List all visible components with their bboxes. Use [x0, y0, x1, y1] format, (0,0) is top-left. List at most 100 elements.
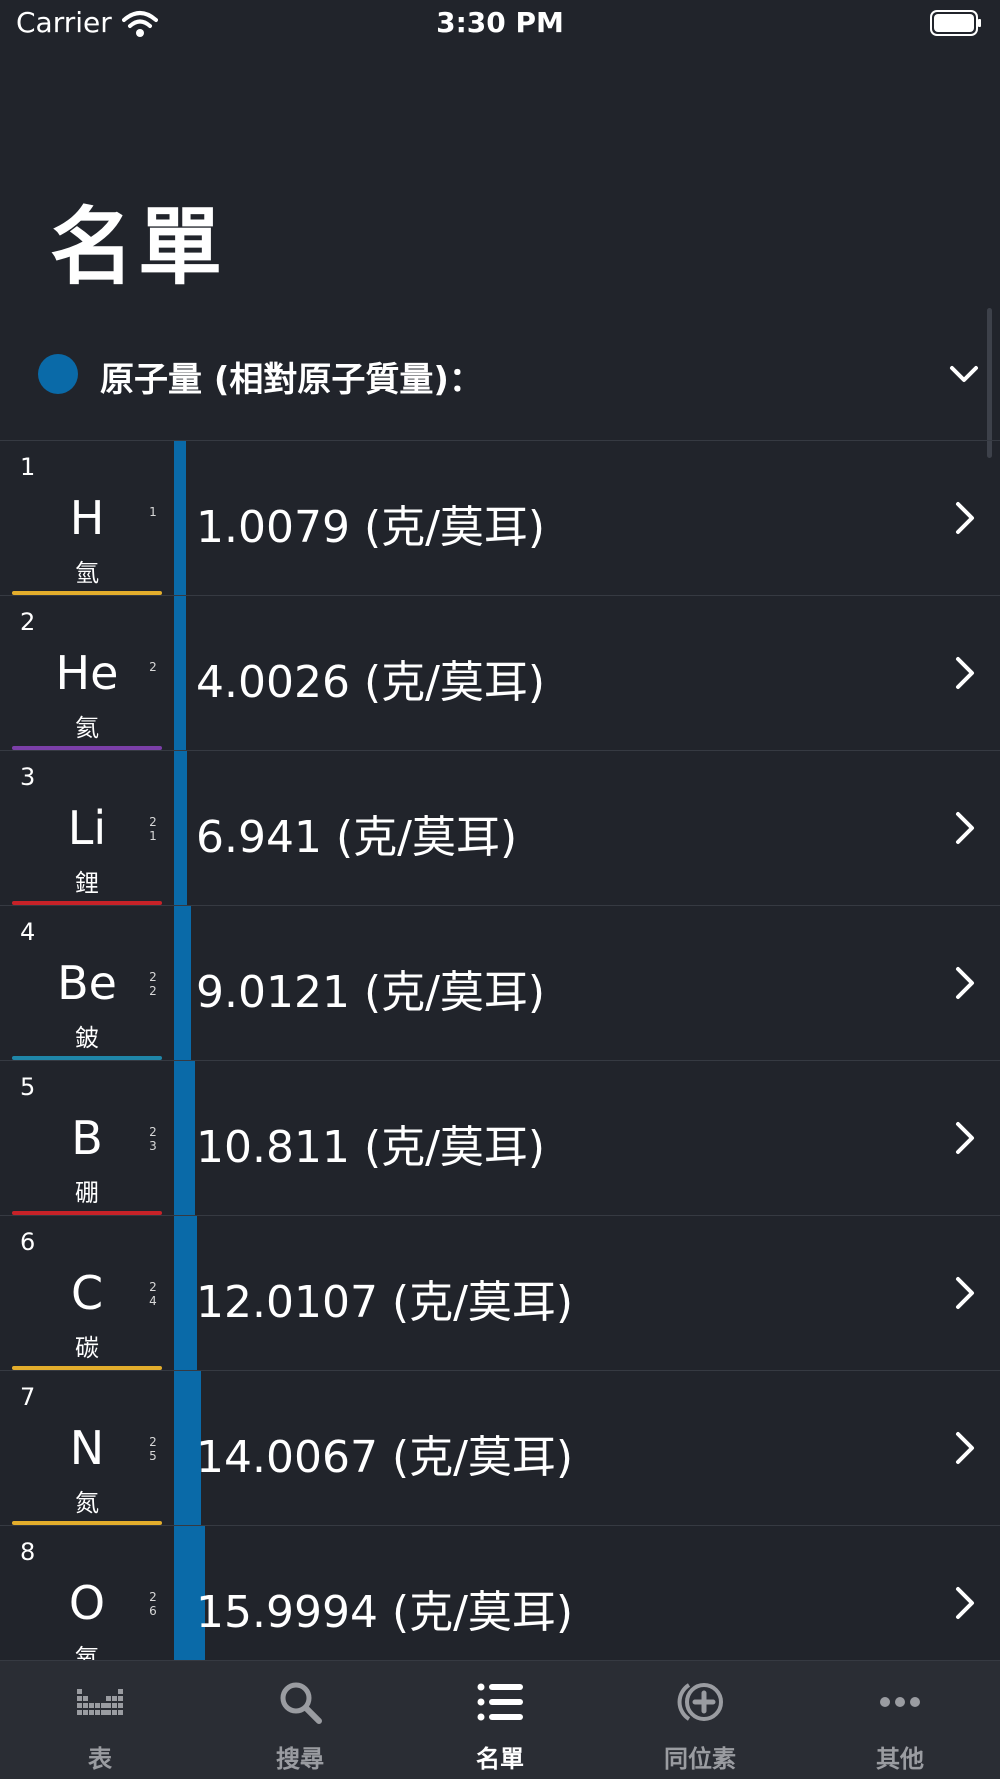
element-symbol: N [69, 1421, 105, 1475]
category-color-bar [12, 1521, 162, 1525]
electron-shells: 23 [148, 1125, 158, 1153]
electron-shell: 6 [149, 1604, 157, 1618]
element-list: 1 H 1 氫 1.0079 (克/莫耳) 2 He 2 氦 4.0026 (克… [0, 440, 1000, 1661]
electron-shell: 2 [149, 1590, 157, 1604]
category-color-bar [12, 1056, 162, 1060]
atomic-number: 7 [20, 1383, 36, 1411]
tab-label: 搜尋 [276, 1745, 324, 1773]
electron-shell: 2 [149, 1280, 157, 1294]
element-symbol: C [70, 1266, 104, 1320]
atomic-number: 3 [20, 763, 36, 791]
chevron-right-icon [956, 967, 974, 999]
electron-shells: 22 [148, 970, 158, 998]
electron-shells: 25 [148, 1435, 158, 1463]
atomic-number: 4 [20, 918, 36, 946]
chevron-right-icon [956, 812, 974, 844]
electron-shell: 2 [149, 815, 157, 829]
element-row[interactable]: 2 He 2 氦 4.0026 (克/莫耳) [0, 596, 1000, 751]
search-icon [275, 1677, 325, 1727]
element-name: 碳 [75, 1334, 99, 1362]
element-tile: 7 N 25 氮 [12, 1371, 162, 1525]
atomic-weight-value: 10.811 (克/莫耳) [196, 1122, 546, 1173]
element-row[interactable]: 7 N 25 氮 14.0067 (克/莫耳) [0, 1371, 1000, 1526]
tab-more[interactable]: 其他 [800, 1661, 1000, 1779]
atomic-weight-value: 9.0121 (克/莫耳) [196, 967, 546, 1018]
element-name: 氫 [75, 559, 99, 587]
element-symbol: Be [57, 956, 117, 1010]
value-bar [174, 1061, 195, 1215]
element-tile: 1 H 1 氫 [12, 441, 162, 595]
element-symbol: O [68, 1576, 106, 1630]
atomic-number: 5 [20, 1073, 36, 1101]
category-color-bar [12, 901, 162, 905]
atomic-number: 8 [20, 1538, 36, 1566]
electron-shell: 1 [149, 505, 157, 519]
status-bar: Carrier 3:30 PM [0, 0, 1000, 50]
tab-isotope[interactable]: 同位素 [600, 1661, 800, 1779]
value-bar [174, 1216, 197, 1370]
atomic-number: 6 [20, 1228, 36, 1256]
element-row[interactable]: 1 H 1 氫 1.0079 (克/莫耳) [0, 441, 1000, 596]
element-name: 氧 [75, 1644, 99, 1661]
element-row[interactable]: 5 B 23 硼 10.811 (克/莫耳) [0, 1061, 1000, 1216]
atomic-weight-value: 6.941 (克/莫耳) [196, 812, 518, 863]
electron-shells: 21 [148, 815, 158, 843]
value-bar [174, 596, 186, 750]
electron-shells: 1 [148, 505, 158, 519]
element-symbol: Li [67, 801, 107, 855]
category-color-bar [12, 746, 162, 750]
category-color-bar [12, 1366, 162, 1370]
property-label: 原子量 (相對原子質量)： [100, 360, 483, 400]
property-selector[interactable]: 原子量 (相對原子質量)： [0, 330, 1000, 410]
element-name: 氮 [75, 1489, 99, 1517]
electron-shells: 2 [148, 660, 158, 674]
electron-shells: 26 [148, 1590, 158, 1618]
category-color-bar [12, 591, 162, 595]
element-tile: 2 He 2 氦 [12, 596, 162, 750]
chevron-right-icon [956, 1277, 974, 1309]
element-name: 鈹 [75, 1024, 99, 1052]
tab-list[interactable]: 名單 [400, 1661, 600, 1779]
value-bar [174, 751, 187, 905]
element-tile: 3 Li 21 鋰 [12, 751, 162, 905]
atomic-number: 1 [20, 453, 36, 481]
chevron-down-icon[interactable] [946, 356, 982, 392]
isotope-icon [675, 1677, 725, 1727]
element-row[interactable]: 4 Be 22 鈹 9.0121 (克/莫耳) [0, 906, 1000, 1061]
electron-shell: 4 [149, 1294, 157, 1308]
atomic-weight-value: 15.9994 (克/莫耳) [196, 1587, 574, 1638]
chevron-right-icon [956, 1122, 974, 1154]
element-tile: 5 B 23 硼 [12, 1061, 162, 1215]
tab-search[interactable]: 搜尋 [200, 1661, 400, 1779]
tab-label: 名單 [476, 1745, 524, 1773]
element-row[interactable]: 8 O 26 氧 15.9994 (克/莫耳) [0, 1526, 1000, 1661]
page-title: 名單 [50, 198, 227, 296]
element-symbol: H [69, 491, 105, 545]
electron-shell: 2 [149, 970, 157, 984]
battery-icon [930, 10, 981, 36]
element-name: 硼 [75, 1179, 99, 1207]
tab-label: 同位素 [664, 1745, 736, 1773]
element-row[interactable]: 3 Li 21 鋰 6.941 (克/莫耳) [0, 751, 1000, 906]
atomic-number: 2 [20, 608, 36, 636]
tab-label: 其他 [876, 1745, 924, 1773]
electron-shell: 2 [149, 984, 157, 998]
element-name: 鋰 [75, 869, 99, 897]
element-row[interactable]: 6 C 24 碳 12.0107 (克/莫耳) [0, 1216, 1000, 1371]
property-color-dot [38, 354, 78, 394]
element-tile: 6 C 24 碳 [12, 1216, 162, 1370]
element-tile: 8 O 26 氧 [12, 1526, 162, 1661]
electron-shell: 5 [149, 1449, 157, 1463]
element-symbol: B [71, 1111, 103, 1165]
atomic-weight-value: 4.0026 (克/莫耳) [196, 657, 546, 708]
atomic-weight-value: 14.0067 (克/莫耳) [196, 1432, 574, 1483]
electron-shell: 2 [149, 1125, 157, 1139]
value-bar [174, 441, 186, 595]
clock-label: 3:30 PM [436, 6, 564, 39]
element-name: 氦 [75, 714, 99, 742]
list-icon [475, 1677, 525, 1727]
tab-periodic-table[interactable]: 表 [0, 1661, 200, 1779]
atomic-weight-value: 1.0079 (克/莫耳) [196, 502, 546, 553]
tab-bar: 表 搜尋 名單 同位素 其他 [0, 1660, 1000, 1779]
tab-label: 表 [88, 1745, 112, 1773]
